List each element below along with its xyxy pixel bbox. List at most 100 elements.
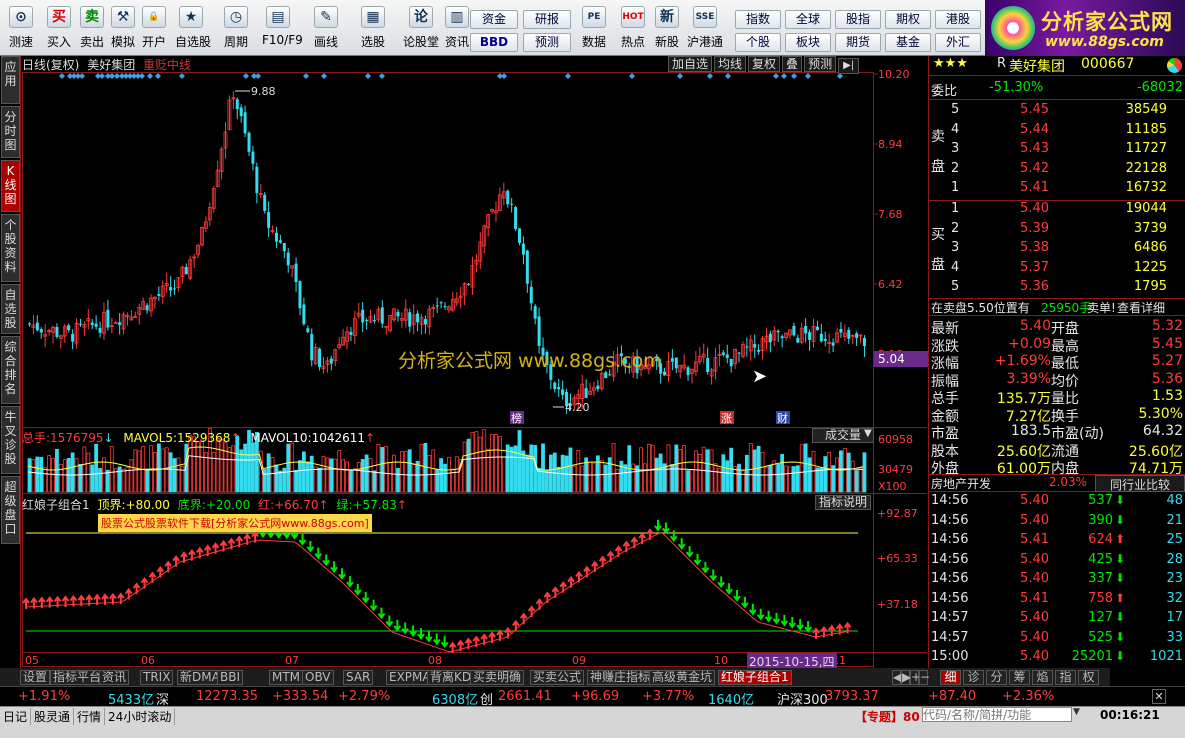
indicator-tab-7[interactable]: OBV xyxy=(302,670,334,685)
ticker-item[interactable]: 2661.41 xyxy=(498,689,552,704)
kline-chart-area[interactable]: 10.208.947.686.425.169.884.20榜涨财60958304… xyxy=(22,56,928,670)
sector-row[interactable]: 房地产开发 2.03% 同行业比较 xyxy=(929,474,1185,492)
status-item-1[interactable]: 股灵通 xyxy=(31,708,75,725)
quote-tab-5[interactable]: 指 xyxy=(1055,670,1076,685)
ticker-item[interactable]: +96.69 xyxy=(571,689,619,704)
ticker-item[interactable]: 3793.37 xyxy=(825,689,879,704)
left-tab-4[interactable]: 自选股 xyxy=(1,284,20,334)
market-button-7[interactable]: 基金 xyxy=(885,33,931,52)
ticker-item[interactable]: +1.91% xyxy=(18,689,70,704)
toolbar-button-0[interactable]: ⊙ 测速 xyxy=(5,6,37,50)
chart-button-4[interactable]: 预测 xyxy=(804,56,837,72)
ticker-item[interactable]: +87.40 xyxy=(928,689,976,704)
sell-level-row[interactable]: 2 5.42 22128 xyxy=(929,161,1185,179)
indicator-tab-5[interactable]: BBI xyxy=(217,670,244,685)
pin-icon[interactable]: ▶| xyxy=(838,58,860,74)
toolbar-button-9[interactable]: ▦ 选股 xyxy=(357,6,389,50)
volume-dropdown-icon[interactable]: ▼ xyxy=(864,428,872,439)
market-button-2[interactable]: 全球 xyxy=(785,10,831,29)
indicator-tab-11[interactable]: 买卖明确 xyxy=(470,670,525,685)
quick-button-2[interactable]: 研报 xyxy=(523,10,571,29)
indicator-tab-1[interactable]: 指标平台 xyxy=(50,670,105,685)
toolbar-button-2[interactable]: 卖卖出 xyxy=(76,6,108,50)
left-tab-7[interactable]: 超级盘口 xyxy=(1,476,20,544)
ticker-item[interactable]: +3.77% xyxy=(642,689,694,704)
buy-level-row[interactable]: 5 5.36 1795 xyxy=(929,279,1185,297)
indicator-tab-4[interactable]: 新DMA xyxy=(177,670,223,685)
sell-level-row[interactable]: 5 5.45 38549 xyxy=(929,102,1185,120)
left-tab-2[interactable]: K线图 xyxy=(1,160,20,212)
quote-tab-4[interactable]: 焰 xyxy=(1032,670,1053,685)
chart-button-2[interactable]: 复权 xyxy=(748,56,781,72)
code-search-input[interactable] xyxy=(922,707,1072,722)
quote-tab-6[interactable]: 权 xyxy=(1078,670,1099,685)
quick-button-3[interactable]: 预测 xyxy=(523,33,571,52)
toolbar-button-8[interactable]: ✎ 画线 xyxy=(310,6,342,50)
scroll-right-icon[interactable]: ▶ xyxy=(901,670,911,685)
market-button-4[interactable]: 股指 xyxy=(835,10,881,29)
indicator-tab-15[interactable]: 红娘子组合1 xyxy=(718,670,792,685)
zoom-out-icon[interactable]: − xyxy=(919,670,930,685)
indicator-tab-2[interactable]: 资讯 xyxy=(99,670,130,685)
ticker-item[interactable]: +2.36% xyxy=(1002,689,1054,704)
sell-level-row[interactable]: 4 5.44 11185 xyxy=(929,122,1185,140)
status-item-2[interactable]: 行情 xyxy=(74,708,106,725)
left-tab-5[interactable]: 综合排名 xyxy=(1,336,20,404)
market-button-0[interactable]: 指数 xyxy=(735,10,781,29)
quick-button-0[interactable]: 资金 xyxy=(470,10,518,29)
industry-compare-button[interactable]: 同行业比较 xyxy=(1095,475,1185,492)
chart-button-0[interactable]: 加自选 xyxy=(668,56,713,72)
ticker-item[interactable]: +333.54 xyxy=(272,689,328,704)
indicator-tab-12[interactable]: 买卖公式 xyxy=(530,670,585,685)
indicator-banner[interactable]: 股票公式股票软件下载[分析家公式网www.88gs.com] xyxy=(98,514,372,532)
toolbar-button-5[interactable]: ★ 自选股 xyxy=(175,6,211,50)
buy-level-row[interactable]: 4 5.37 1225 xyxy=(929,260,1185,278)
ticker-item[interactable]: 12273.35 xyxy=(196,689,258,704)
search-dropdown-icon[interactable]: ▼ xyxy=(1073,707,1085,722)
ticker-item[interactable]: +2.79% xyxy=(338,689,390,704)
toolbar-button-4[interactable]: 🔒 开户 xyxy=(138,6,170,50)
left-tab-0[interactable]: 应用 xyxy=(1,56,20,104)
large-order-notice[interactable]: 在卖盘5.50位置有 25950手 卖单! 查看详细 xyxy=(929,298,1185,316)
buy-level-row[interactable]: 1 5.40 19044 xyxy=(929,201,1185,219)
indicator-tab-3[interactable]: TRIX xyxy=(140,670,174,685)
toolbar-button-3[interactable]: ⚒ 模拟 xyxy=(107,6,139,50)
indicator-help-button[interactable]: 指标说明 xyxy=(815,495,871,510)
toolbar-button-12[interactable]: PE 数据 xyxy=(578,6,610,50)
topic-link[interactable]: 【专题】80 xyxy=(855,708,920,725)
market-button-5[interactable]: 期货 xyxy=(835,33,881,52)
toolbar-button-1[interactable]: 买买入 xyxy=(43,6,75,50)
indicator-tab-14[interactable]: 高级黄金坑 xyxy=(649,670,716,685)
quote-tab-0[interactable]: 细 xyxy=(940,670,961,685)
toolbar-button-14[interactable]: 新新股 xyxy=(651,6,683,50)
left-tab-1[interactable]: 分时图 xyxy=(1,106,20,158)
scroll-left-icon[interactable]: ◀ xyxy=(892,670,902,685)
toolbar-button-7[interactable]: ▤ F10/F9 xyxy=(262,6,303,47)
quick-button-1[interactable]: BBD xyxy=(470,33,518,52)
left-tab-3[interactable]: 个股资料 xyxy=(1,214,20,282)
quote-tab-3[interactable]: 筹 xyxy=(1009,670,1030,685)
market-button-3[interactable]: 板块 xyxy=(785,33,831,52)
market-button-9[interactable]: 外汇 xyxy=(935,33,981,52)
toolbar-button-6[interactable]: ◷ 周期 xyxy=(220,6,252,50)
market-button-8[interactable]: 港股 xyxy=(935,10,981,29)
indicator-tab-8[interactable]: SAR xyxy=(343,670,374,685)
toolbar-button-10[interactable]: 论论股堂 xyxy=(400,6,442,50)
toolbar-button-15[interactable]: SSE 沪港通 xyxy=(684,6,726,50)
toolbar-button-11[interactable]: ▥ 资讯 xyxy=(441,6,473,50)
notice-detail-link[interactable]: 查看详细 xyxy=(1117,299,1177,316)
pie-icon[interactable] xyxy=(1167,58,1182,73)
indicator-tab-0[interactable]: 设置 xyxy=(20,670,51,685)
buy-level-row[interactable]: 2 5.39 3739 xyxy=(929,221,1185,239)
toolbar-button-13[interactable]: HOT 热点 xyxy=(617,6,649,50)
sell-level-row[interactable]: 1 5.41 16732 xyxy=(929,180,1185,198)
indicator-tab-13[interactable]: 神赚庄指标 xyxy=(587,670,654,685)
indicator-tab-6[interactable]: MTM xyxy=(269,670,304,685)
quote-tab-1[interactable]: 诊 xyxy=(963,670,984,685)
zoom-in-icon[interactable]: + xyxy=(910,670,921,685)
chart-button-1[interactable]: 均线 xyxy=(714,56,747,72)
left-tab-6[interactable]: 牛叉诊股 xyxy=(1,406,20,474)
buy-level-row[interactable]: 3 5.38 6486 xyxy=(929,240,1185,258)
close-icon[interactable]: ✕ xyxy=(1152,689,1166,704)
sell-level-row[interactable]: 3 5.43 11727 xyxy=(929,141,1185,159)
